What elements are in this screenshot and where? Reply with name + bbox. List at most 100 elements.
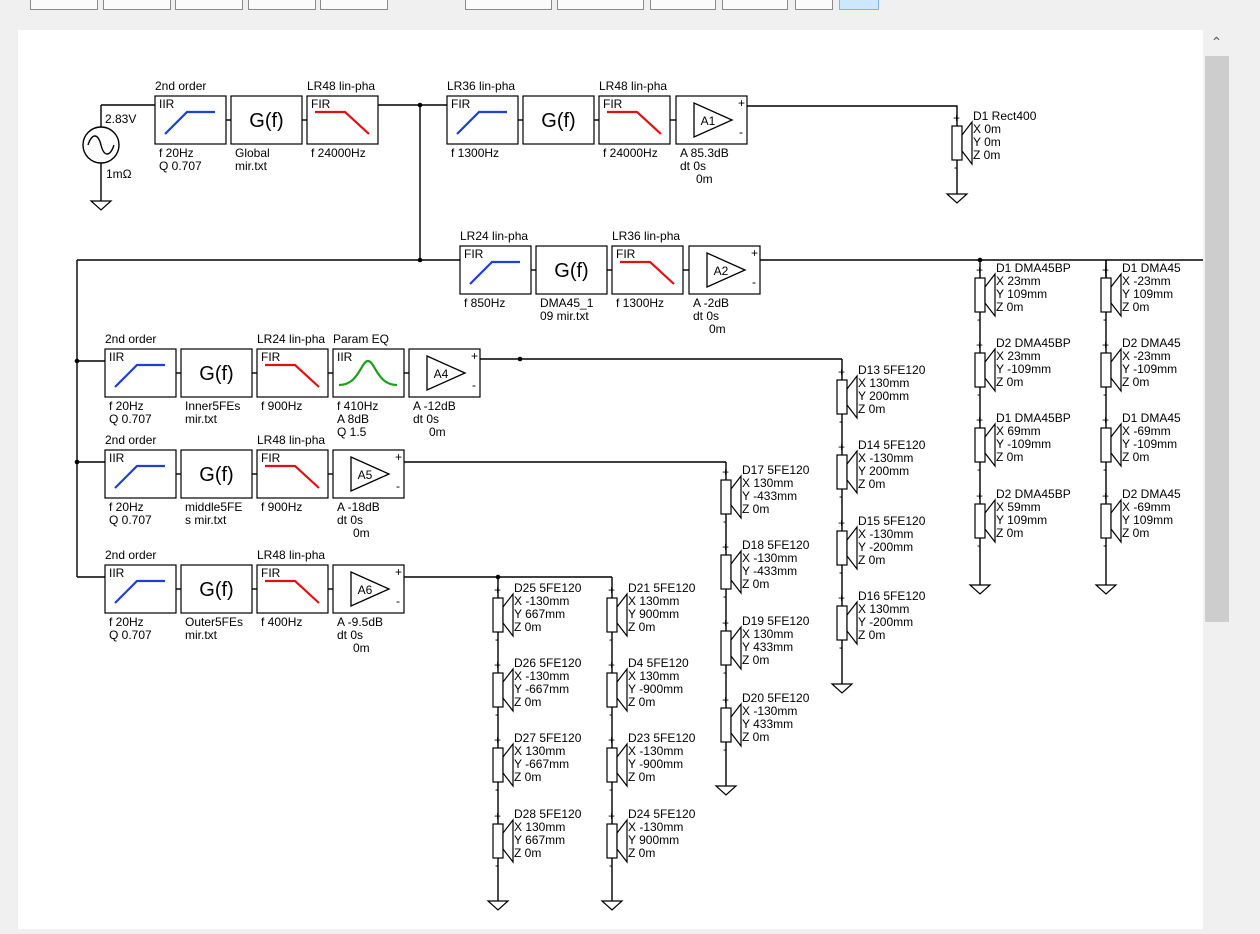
dma-column-2-driver-2[interactable]: +-: [1100, 338, 1122, 401]
row1-gf[interactable]: G(f): [522, 95, 595, 145]
row3-param-eq-param-3: Q 1.5: [337, 425, 367, 439]
outer-column-a-driver-2-cone-icon: [502, 667, 514, 713]
amp-a6-gain: A -9.5dB: [337, 615, 383, 629]
scroll-thumb[interactable]: [1205, 56, 1229, 622]
middle-column-driver-3[interactable]: +-: [720, 616, 742, 679]
dma-column-1-driver-4-x: X 59mm: [996, 500, 1041, 514]
dma-column-2-driver-1[interactable]: +-: [1100, 263, 1122, 326]
dma-column-1-driver-3-z: Z 0m: [996, 450, 1023, 464]
inner-column-driver-2[interactable]: +-: [836, 440, 858, 503]
row5-outer-eq[interactable]: G(f): [180, 564, 253, 614]
row2-fir-highpass[interactable]: FIR: [459, 245, 532, 295]
row1-fir-lowpass-2[interactable]: FIR: [598, 95, 671, 145]
row1-global-eq-param-2: mir.txt: [235, 159, 268, 173]
dma-column-2-driver-1-y: Y 109mm: [1122, 287, 1173, 301]
row1-global-eq[interactable]: G(f): [230, 95, 303, 145]
toolbar-button-7[interactable]: [557, 0, 644, 10]
amp-a1-delay: dt 0s: [680, 159, 706, 173]
amp-a2-plus: +: [751, 246, 758, 260]
dma-column-2-driver-1-label: D1 DMA45: [1122, 261, 1181, 275]
row2-dma-eq[interactable]: G(f): [535, 245, 608, 295]
toolbar-button-9[interactable]: [722, 0, 788, 10]
inner-column-driver-4[interactable]: +-: [836, 591, 858, 654]
outer-column-a-driver-2[interactable]: +-: [492, 658, 514, 721]
row1-fir-lowpass[interactable]: FIR: [306, 95, 379, 145]
row3-fir-lowpass-type: FIR: [261, 350, 281, 364]
outer-column-b-driver-2-coil: [606, 672, 618, 708]
outer-column-a-driver-3-cone-icon: [502, 742, 514, 788]
driver-d1-rect400[interactable]: +-: [951, 111, 973, 174]
row3-iir-highpass[interactable]: IIR: [104, 348, 177, 398]
dma-column-1-driver-2[interactable]: +-: [974, 338, 996, 401]
ground-triangle: [486, 900, 510, 911]
dma-column-1-driver-1-y: Y 109mm: [996, 287, 1047, 301]
row4-fir-lowpass[interactable]: FIR: [256, 449, 329, 499]
row3-fir-lowpass[interactable]: FIR: [256, 348, 329, 398]
amp-a1[interactable]: A1 + -: [675, 95, 748, 145]
schematic-canvas[interactable]: 2.83V 1mΩ IIR 2nd order f 20Hz Q 0.707 G(f) Glo…: [18, 30, 1203, 929]
inner-column-driver-1[interactable]: +-: [836, 365, 858, 428]
inner-column-driver-2-z: Z 0m: [858, 477, 885, 491]
dma-column-2-driver-3-cone-icon: [1110, 422, 1122, 468]
amp-a6[interactable]: A6 + -: [332, 564, 405, 614]
row5-fir-lowpass[interactable]: FIR: [256, 564, 329, 614]
amp-a2[interactable]: A2 + -: [688, 245, 761, 295]
dma-column-2-driver-2-coil: [1100, 352, 1112, 388]
toolbar-button-5[interactable]: [320, 0, 388, 10]
outer-column-b-driver-1-label: D21 5FE120: [628, 581, 696, 595]
toolbar-button-11-selected[interactable]: [839, 0, 879, 10]
toolbar-button-3[interactable]: [175, 0, 243, 10]
inner-column-driver-3[interactable]: +-: [836, 516, 858, 579]
toolbar-button-6[interactable]: [465, 0, 552, 10]
dma-column-1-driver-1[interactable]: +-: [974, 263, 996, 326]
toolbar-button-10[interactable]: [795, 0, 833, 10]
row5-outer-eq-label: G(f): [199, 579, 233, 601]
middle-column-driver-1[interactable]: +-: [720, 465, 742, 528]
outer-column-b-driver-4[interactable]: +-: [606, 809, 628, 872]
inner-column-driver-3-coil: [836, 530, 848, 566]
inner-column-driver-2-cone-icon: [846, 449, 858, 495]
toolbar-button-8[interactable]: [650, 0, 716, 10]
row1-iir-highpass[interactable]: IIR: [154, 95, 227, 145]
amp-a4[interactable]: A4 + -: [408, 348, 481, 398]
row1-gf-label: G(f): [541, 110, 575, 132]
dma-column-2-driver-4[interactable]: +-: [1100, 489, 1122, 552]
amp-a5[interactable]: A5 + -: [332, 449, 405, 499]
dma-column-2-driver-4-y: Y 109mm: [1122, 513, 1173, 527]
source-voltage: 2.83V: [105, 112, 136, 126]
outer-column-a-driver-1-label: D25 5FE120: [514, 581, 582, 595]
row3-param-eq[interactable]: IIR: [332, 348, 405, 398]
inner-column-driver-3-label: D15 5FE120: [858, 514, 926, 528]
row2-fir-lowpass[interactable]: FIR: [611, 245, 684, 295]
toolbar-button-1[interactable]: [30, 0, 98, 10]
row4-middle-eq[interactable]: G(f): [180, 449, 253, 499]
outer-column-b-driver-2[interactable]: +-: [606, 658, 628, 721]
row5-iir-highpass[interactable]: IIR: [104, 564, 177, 614]
toolbar-button-4[interactable]: [248, 0, 316, 10]
outer-column-b-driver-3[interactable]: +-: [606, 733, 628, 796]
row3-param-eq-title: Param EQ: [333, 332, 389, 346]
vertical-scrollbar[interactable]: ⌃: [1203, 30, 1230, 929]
dma-column-1-driver-3[interactable]: +-: [974, 413, 996, 476]
toolbar-button-2[interactable]: [103, 0, 171, 10]
dma-column-2-driver-3[interactable]: +-: [1100, 413, 1122, 476]
ground-triangle: [600, 900, 624, 911]
outer-column-a-driver-1-plus: +: [494, 583, 501, 597]
inner-column-driver-2-y: Y 200mm: [858, 464, 909, 478]
outer-column-a-driver-1[interactable]: +-: [492, 583, 514, 646]
outer-column-a-driver-3[interactable]: +-: [492, 733, 514, 796]
middle-column-driver-4[interactable]: +-: [720, 693, 742, 756]
scroll-up-arrow-icon[interactable]: ⌃: [1203, 32, 1230, 52]
row4-iir-highpass[interactable]: IIR: [104, 449, 177, 499]
row3-inner-eq[interactable]: G(f): [180, 348, 253, 398]
middle-column-driver-2[interactable]: +-: [720, 540, 742, 603]
dma-column-1-driver-2-x: X 23mm: [996, 349, 1041, 363]
row1-fir-lowpass-type: FIR: [311, 97, 331, 111]
dma-column-2-driver-1-coil: [1100, 277, 1112, 313]
row1-fir-highpass[interactable]: FIR: [446, 95, 519, 145]
amp-a6-offset: 0m: [353, 641, 370, 655]
outer-column-b-driver-1[interactable]: +-: [606, 583, 628, 646]
inner-column-driver-4-label: D16 5FE120: [858, 589, 926, 603]
dma-column-1-driver-4[interactable]: +-: [974, 489, 996, 552]
outer-column-a-driver-4[interactable]: +-: [492, 809, 514, 872]
